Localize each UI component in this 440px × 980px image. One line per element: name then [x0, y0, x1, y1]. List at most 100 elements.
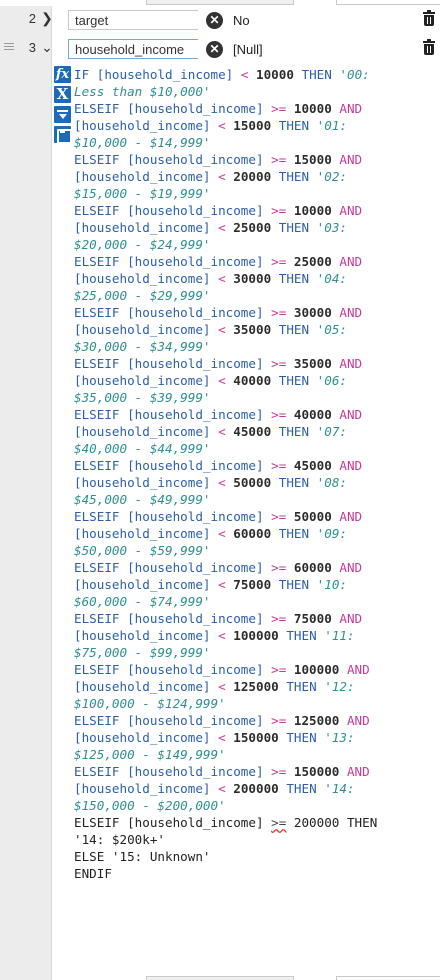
formula-token: [household_income]	[127, 458, 272, 473]
formula-token: $100,000 - $124,999'	[74, 696, 226, 711]
formula-token: [household_income]	[127, 305, 272, 320]
formula-token: 125000	[233, 679, 279, 694]
formula-token: <	[218, 373, 234, 388]
formula-token: 40000	[293, 407, 332, 422]
formula-line: IF [household_income] < 10000 THEN '00:	[74, 66, 438, 83]
formula-line: ELSEIF [household_income] >= 200000 THEN	[74, 814, 438, 831]
formula-line: ENDIF	[74, 865, 438, 882]
formula-token: AND	[331, 458, 363, 473]
chevron-down-icon[interactable]: ⌄	[40, 39, 54, 55]
formula-token: $125,000 - $149,999'	[74, 747, 226, 762]
formula-token: THEN	[271, 220, 317, 235]
formula-code[interactable]: IF [household_income] < 10000 THEN '00: L…	[74, 66, 438, 882]
formula-token: $75,000 - $99,999'	[74, 645, 211, 660]
formula-token: ELSEIF	[74, 458, 128, 473]
formula-token: [household_income]	[127, 713, 272, 728]
formula-token: '02:	[316, 169, 347, 184]
formula-token: '14: $200k+'	[74, 832, 165, 847]
formula-token: '14:	[324, 781, 355, 796]
formula-line: ELSEIF [household_income] >= 75000 AND	[74, 610, 438, 627]
formula-token: [household_income]	[127, 560, 272, 575]
formula-token: $30,000 - $34,999'	[74, 339, 211, 354]
formula-line: $150,000 - $200,000'	[74, 797, 438, 814]
load-expression-icon[interactable]	[54, 106, 71, 123]
formula-token: 125000	[293, 713, 340, 728]
formula-line: [household_income] < 15000 THEN '01:	[74, 117, 438, 134]
formula-token: 45000	[233, 424, 272, 439]
top-control-left[interactable]	[146, 0, 294, 5]
formula-token: [household_income]	[74, 220, 219, 235]
formula-token: [household_income]	[74, 169, 219, 184]
formula-token: [household_income]	[74, 526, 219, 541]
formula-token: THEN	[271, 577, 317, 592]
formula-line: [household_income] < 35000 THEN '05:	[74, 321, 438, 338]
bottom-control-left[interactable]	[146, 976, 294, 980]
formula-token: $35,000 - $39,999'	[74, 390, 211, 405]
formula-token: 30000	[293, 305, 332, 320]
formula-token: 10000	[293, 101, 332, 116]
top-control-right[interactable]	[336, 0, 440, 5]
formula-token: <	[240, 67, 256, 82]
formula-line: ELSEIF [household_income] >= 50000 AND	[74, 508, 438, 525]
formula-line: [household_income] < 75000 THEN '10:	[74, 576, 438, 593]
variable-icon[interactable]: X	[54, 86, 71, 103]
formula-token: '07:	[316, 424, 347, 439]
formula-token: 60000	[293, 560, 332, 575]
formula-line: $125,000 - $149,999'	[74, 746, 438, 763]
formula-token: 150000	[233, 730, 279, 745]
formula-token: AND	[331, 356, 363, 371]
formula-token: <	[218, 781, 234, 796]
formula-line: [household_income] < 200000 THEN '14:	[74, 780, 438, 797]
formula-token: [household_income]	[74, 424, 219, 439]
formula-token: [household_income]	[127, 152, 272, 167]
formula-line: ELSEIF [household_income] >= 100000 AND	[74, 661, 438, 678]
formula-token: >=	[271, 305, 294, 320]
formula-token: THEN	[278, 781, 325, 796]
formula-line: $15,000 - $19,999'	[74, 185, 438, 202]
formula-line: [household_income] < 25000 THEN '03:	[74, 219, 438, 236]
formula-token: <	[218, 526, 234, 541]
formula-token: ELSEIF	[74, 254, 128, 269]
bottom-control-right[interactable]	[336, 976, 440, 980]
chevron-right-icon[interactable]: ❯	[40, 10, 54, 26]
formula-token: >=	[271, 713, 294, 728]
formula-token: AND	[331, 611, 363, 626]
formula-token: '05:	[316, 322, 347, 337]
formula-editor[interactable]: fx X IF [household_income] < 10000 THEN …	[52, 62, 440, 980]
save-expression-icon[interactable]	[54, 126, 72, 144]
formula-token: >=	[271, 152, 294, 167]
formula-token: THEN	[278, 730, 325, 745]
formula-token: AND	[339, 713, 370, 728]
formula-token: THEN	[278, 679, 325, 694]
formula-token: <	[218, 169, 234, 184]
formula-token: [household_income]	[74, 373, 219, 388]
formula-token: 15000	[293, 152, 332, 167]
formula-token: THEN	[293, 67, 340, 82]
clear-icon[interactable]: ✕	[206, 41, 223, 58]
formula-token: THEN	[271, 424, 317, 439]
formula-token: >=	[271, 764, 294, 779]
formula-token: $50,000 - $59,999'	[74, 543, 211, 558]
trash-icon[interactable]	[422, 9, 436, 29]
formula-token: >=	[271, 509, 294, 524]
field-selector[interactable]: target	[68, 10, 198, 30]
formula-token: ELSEIF	[74, 407, 128, 422]
formula-token: AND	[331, 407, 363, 422]
trash-icon[interactable]	[422, 38, 436, 58]
formula-line: ELSEIF [household_income] >= 10000 AND	[74, 100, 438, 117]
formula-token: '04:	[316, 271, 347, 286]
formula-line: [household_income] < 60000 THEN '09:	[74, 525, 438, 542]
field-selector[interactable]: household_income	[68, 39, 198, 59]
formula-token: $150,000 - $200,000'	[74, 798, 226, 813]
formula-token: 30000	[233, 271, 272, 286]
formula-token: >=	[271, 254, 294, 269]
formula-token: <	[218, 322, 234, 337]
formula-token: ELSEIF	[74, 101, 128, 116]
drag-handle-icon[interactable]	[4, 43, 14, 53]
function-icon[interactable]: fx	[54, 66, 71, 83]
formula-token: <	[218, 577, 234, 592]
formula-token: '00:	[339, 67, 370, 82]
clear-icon[interactable]: ✕	[206, 12, 223, 29]
formula-line: ELSEIF [household_income] >= 35000 AND	[74, 355, 438, 372]
formula-line: $50,000 - $59,999'	[74, 542, 438, 559]
